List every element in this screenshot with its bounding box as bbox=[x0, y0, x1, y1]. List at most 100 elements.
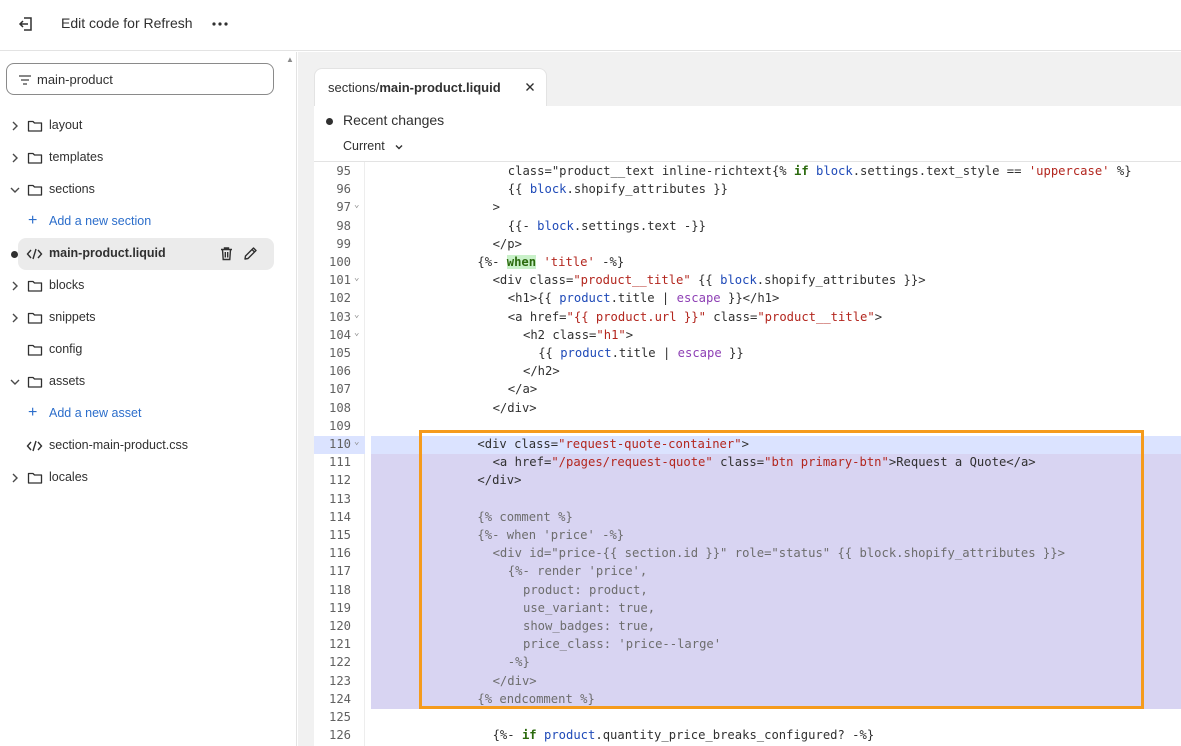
modified-dot bbox=[11, 251, 18, 258]
tab-path-prefix: sections/ bbox=[328, 80, 380, 95]
code-line[interactable]: 121 price_class: 'price--large' bbox=[314, 636, 1181, 655]
code-text: <div class="product__title" {{ block.sho… bbox=[492, 273, 926, 288]
editor-panel: sections/main-product.liquid Recent chan… bbox=[314, 68, 1181, 746]
sidebar-item-layout[interactable]: layout bbox=[0, 110, 280, 142]
chevron-right-icon[interactable] bbox=[9, 472, 21, 484]
line-number: 104 bbox=[328, 327, 351, 342]
line-number: 103 bbox=[328, 309, 351, 324]
line-text-area: > bbox=[371, 199, 1181, 217]
chevron-down-icon[interactable] bbox=[9, 184, 21, 196]
code-line[interactable]: 98 {{- block.settings.text -}} bbox=[314, 218, 1181, 236]
tab-file-name: main-product.liquid bbox=[379, 80, 501, 95]
code-line[interactable]: 109 bbox=[314, 418, 1181, 436]
code-line[interactable]: 120 show_badges: true, bbox=[314, 618, 1181, 637]
fold-chevron-icon[interactable]: ⌄ bbox=[354, 437, 359, 447]
line-text-area: </div> bbox=[371, 400, 1181, 418]
chevron-right-icon[interactable] bbox=[9, 280, 21, 292]
sidebar-item-blocks[interactable]: blocks bbox=[0, 270, 280, 302]
chevron-right-icon[interactable] bbox=[9, 120, 21, 132]
sidebar-item-config[interactable]: config bbox=[0, 334, 280, 366]
sidebar-item-sections[interactable]: sections bbox=[0, 174, 280, 206]
line-text-area: class="product__text inline-richtext{% i… bbox=[371, 163, 1181, 181]
code-line[interactable]: 119 use_variant: true, bbox=[314, 599, 1181, 618]
line-text-area bbox=[371, 418, 1181, 436]
version-select[interactable]: Current bbox=[343, 139, 385, 153]
line-text-area: product: product, bbox=[371, 581, 1181, 600]
code-text: </div> bbox=[492, 400, 537, 415]
file-label: main-product.liquid bbox=[49, 246, 166, 260]
line-text-area bbox=[371, 490, 1181, 509]
chevron-down-icon[interactable] bbox=[9, 376, 21, 388]
sidebar-item-label: sections bbox=[49, 182, 95, 196]
exit-button[interactable] bbox=[15, 13, 37, 35]
code-text: {{ product.title | escape }} bbox=[538, 346, 744, 360]
code-line[interactable]: 106 </h2> bbox=[314, 363, 1181, 381]
code-line[interactable]: 97 ⌄ > bbox=[314, 199, 1181, 217]
code-text: {{- block.settings.text -}} bbox=[507, 218, 706, 233]
file-search-input[interactable]: main-product bbox=[6, 63, 274, 95]
code-text: use_variant: true, bbox=[523, 600, 656, 615]
line-text-area: </div> bbox=[371, 672, 1181, 691]
code-text: product: product, bbox=[523, 582, 648, 597]
code-text: show_badges: true, bbox=[523, 619, 656, 633]
scroll-up-icon[interactable]: ▲ bbox=[286, 55, 294, 64]
chevron-right-icon[interactable] bbox=[9, 152, 21, 164]
code-line[interactable]: 102 <h1>{{ product.title | escape }}</h1> bbox=[314, 290, 1181, 308]
sidebar-item-label: snippets bbox=[49, 310, 96, 324]
sidebar-item-assets[interactable]: assets bbox=[0, 366, 280, 398]
fold-chevron-icon[interactable]: ⌄ bbox=[354, 200, 359, 210]
code-line[interactable]: 113 bbox=[314, 490, 1181, 509]
code-line[interactable]: 110 ⌄ <div class="request-quote-container"… bbox=[314, 436, 1181, 455]
trash-icon[interactable] bbox=[218, 245, 235, 262]
code-line[interactable]: 108 </div> bbox=[314, 400, 1181, 418]
sidebar-item-templates[interactable]: templates bbox=[0, 142, 280, 174]
code-text: <a href="{{ product.url }}" class="produ… bbox=[507, 309, 883, 324]
code-line[interactable]: 99 </p> bbox=[314, 236, 1181, 254]
folder-icon bbox=[27, 280, 43, 292]
line-number: 112 bbox=[328, 473, 351, 488]
code-line[interactable]: 117 {%- render 'price', bbox=[314, 563, 1181, 582]
sidebar-item-snippets[interactable]: snippets bbox=[0, 302, 280, 334]
sidebar-add-a-new-asset[interactable]: + Add a new asset bbox=[0, 398, 280, 430]
exit-icon bbox=[18, 17, 32, 31]
line-number: 118 bbox=[328, 582, 351, 597]
fold-chevron-icon[interactable]: ⌄ bbox=[354, 273, 359, 283]
sidebar-item-locales[interactable]: locales bbox=[0, 462, 280, 494]
file-item-section-main-product-css[interactable]: section-main-product.css bbox=[0, 430, 280, 462]
chevron-right-icon[interactable] bbox=[9, 312, 21, 324]
code-line[interactable]: 103 ⌄ <a href="{{ product.url }}" class="p… bbox=[314, 309, 1181, 327]
code-line[interactable]: 125 bbox=[314, 709, 1181, 727]
line-number: 121 bbox=[328, 637, 351, 652]
code-line[interactable]: 116 <div id="price-{{ section.id }}" role… bbox=[314, 545, 1181, 564]
chevron-down-icon[interactable] bbox=[394, 142, 404, 152]
line-number: 115 bbox=[328, 528, 351, 542]
code-line[interactable]: 100 {%- when 'title' -%} bbox=[314, 254, 1181, 272]
code-line[interactable]: 126 {%- if product.quantity_price_breaks_… bbox=[314, 727, 1181, 745]
file-item-main-product-liquid[interactable]: main-product.liquid bbox=[18, 238, 274, 270]
code-line[interactable]: 96 {{ block.shopify_attributes }} bbox=[314, 181, 1181, 199]
code-line[interactable]: 124 {% endcomment %} bbox=[314, 690, 1181, 709]
code-line[interactable]: 105 {{ product.title | escape }} bbox=[314, 345, 1181, 363]
more-actions-button[interactable] bbox=[209, 13, 231, 35]
code-line[interactable]: 112 </div> bbox=[314, 472, 1181, 491]
code-text: </h2> bbox=[523, 364, 560, 379]
code-line[interactable]: 107 </a> bbox=[314, 381, 1181, 399]
code-editor[interactable]: 95 class="product__text inline-richtext{%… bbox=[314, 162, 1181, 746]
line-number: 116 bbox=[328, 546, 351, 561]
close-icon[interactable] bbox=[523, 80, 537, 94]
pencil-icon[interactable] bbox=[242, 245, 259, 262]
code-text: </div> bbox=[492, 673, 537, 688]
code-line[interactable]: 111 <a href="/pages/request-quote" class=… bbox=[314, 454, 1181, 473]
code-line[interactable]: 122 -%} bbox=[314, 654, 1181, 673]
code-line[interactable]: 115 {%- when 'price' -%} bbox=[314, 527, 1181, 546]
sidebar-add-a-new-section[interactable]: + Add a new section bbox=[0, 206, 280, 238]
tab-main-product[interactable]: sections/main-product.liquid bbox=[314, 68, 547, 106]
code-line[interactable]: 114 {% comment %} bbox=[314, 508, 1181, 527]
code-line[interactable]: 101 ⌄ <div class="product__title" {{ block… bbox=[314, 272, 1181, 290]
code-line[interactable]: 104 ⌄ <h2 class="h1"> bbox=[314, 327, 1181, 345]
fold-chevron-icon[interactable]: ⌄ bbox=[354, 328, 359, 338]
fold-chevron-icon[interactable]: ⌄ bbox=[354, 310, 359, 320]
code-line[interactable]: 118 product: product, bbox=[314, 581, 1181, 600]
code-line[interactable]: 123 </div> bbox=[314, 672, 1181, 691]
code-line[interactable]: 95 class="product__text inline-richtext{%… bbox=[314, 163, 1181, 181]
